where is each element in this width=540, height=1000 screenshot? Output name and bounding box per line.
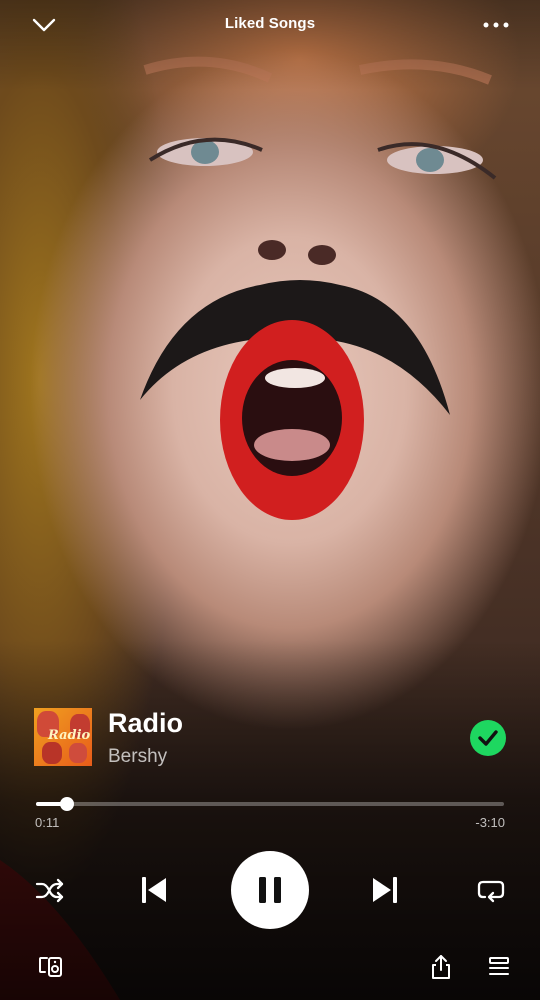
bottom-gradient bbox=[0, 640, 540, 1000]
shuffle-icon bbox=[35, 878, 64, 903]
check-icon bbox=[478, 730, 498, 746]
queue-icon bbox=[489, 957, 509, 975]
previous-button[interactable] bbox=[136, 872, 172, 908]
playback-controls bbox=[0, 850, 540, 930]
skip-next-icon bbox=[373, 877, 397, 903]
shuffle-button[interactable] bbox=[33, 874, 67, 908]
skip-previous-icon bbox=[142, 877, 166, 903]
share-button[interactable] bbox=[426, 952, 456, 982]
album-cover[interactable]: Radio bbox=[34, 708, 92, 766]
page-title: Liked Songs bbox=[224, 15, 316, 32]
elapsed-time: 0:11 bbox=[35, 815, 60, 830]
bottom-actions bbox=[0, 948, 540, 988]
queue-button[interactable] bbox=[484, 952, 514, 982]
album-cover-text: Radio bbox=[48, 728, 91, 743]
connect-devices-button[interactable] bbox=[36, 952, 66, 982]
track-info: Radio Radio Bershy bbox=[34, 708, 506, 768]
artist-name[interactable]: Bershy bbox=[108, 746, 167, 768]
song-title[interactable]: Radio bbox=[108, 708, 183, 739]
remaining-time: -3:10 bbox=[475, 815, 505, 830]
liked-check-button[interactable] bbox=[470, 720, 506, 756]
repeat-icon bbox=[477, 880, 505, 903]
progress-track bbox=[36, 802, 504, 806]
now-playing-header: Liked Songs bbox=[0, 0, 540, 50]
connect-devices-icon bbox=[39, 957, 62, 977]
pause-icon bbox=[259, 877, 281, 903]
more-options-icon[interactable] bbox=[481, 10, 511, 40]
progress-scrubber[interactable] bbox=[60, 797, 75, 811]
share-icon bbox=[432, 955, 450, 979]
pause-button[interactable] bbox=[231, 851, 309, 929]
repeat-button[interactable] bbox=[474, 874, 508, 908]
progress-bar[interactable] bbox=[36, 795, 504, 815]
next-button[interactable] bbox=[367, 872, 403, 908]
